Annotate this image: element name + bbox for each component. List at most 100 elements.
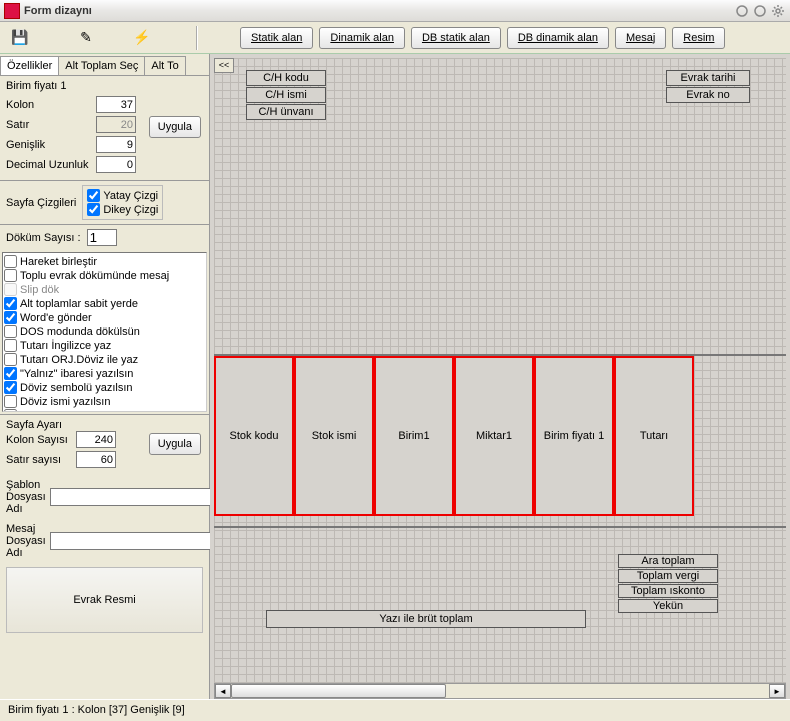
field-ch-kodu[interactable]: C/H kodu [246, 70, 326, 86]
satir-input [96, 116, 136, 133]
window-title: Form dizaynı [24, 5, 734, 17]
tab-ozellikler[interactable]: Özellikler [0, 56, 59, 75]
kolon-sayisi-input[interactable] [76, 431, 116, 448]
option-row: Word'e gönder [4, 311, 205, 324]
option-row: "Yalnız" ibaresi yazılsın [4, 367, 205, 380]
option-checkbox[interactable] [4, 255, 17, 268]
maximize-icon[interactable] [752, 3, 768, 19]
option-row: Döviz sembolü yazılsın [4, 381, 205, 394]
option-checkbox[interactable] [4, 381, 17, 394]
design-canvas[interactable]: << C/H kodu C/H ismi C/H ünvanı Evrak ta… [210, 54, 790, 699]
option-row: Alt toplamlar sabit yerde [4, 297, 205, 310]
toolbar: 💾 ✎ ⚡ Statik alan Dinamik alan DB statik… [0, 22, 790, 54]
option-row: DOS modunda dökülsün [4, 325, 205, 338]
option-checkbox[interactable] [4, 297, 17, 310]
statusbar: Birim fiyatı 1 : Kolon [37] Genişlik [9] [0, 699, 790, 719]
field-ch-ismi[interactable]: C/H ismi [246, 87, 326, 103]
option-label: Hareket birleştir [20, 256, 97, 268]
field-toplam-vergi[interactable]: Toplam vergi [618, 569, 718, 583]
scroll-right-icon[interactable]: ► [769, 684, 785, 698]
horizontal-scrollbar[interactable]: ◄ ► [214, 683, 786, 699]
minimize-icon[interactable] [734, 3, 750, 19]
option-label: Döviz ismi yazılsın [20, 396, 110, 408]
option-checkbox [4, 283, 17, 296]
option-row: Kuruş kısmı yazılsın [4, 409, 205, 412]
scroll-thumb[interactable] [231, 684, 446, 698]
option-row: Toplu evrak dökümünde mesaj [4, 269, 205, 282]
evrak-resmi-box[interactable]: Evrak Resmi [6, 567, 203, 633]
yatay-cizgi-checkbox[interactable] [87, 189, 100, 202]
status-text: Birim fiyatı 1 : Kolon [37] Genişlik [9] [8, 704, 185, 716]
dokum-input[interactable] [87, 229, 117, 246]
col-stok-ismi[interactable]: Stok ismi [294, 356, 374, 516]
btn-db-dinamik[interactable]: DB dinamik alan [507, 27, 609, 49]
option-label: Toplu evrak dökümünde mesaj [20, 270, 169, 282]
option-checkbox[interactable] [4, 325, 17, 338]
btn-mesaj[interactable]: Mesaj [615, 27, 666, 49]
option-checkbox[interactable] [4, 409, 17, 412]
option-checkbox[interactable] [4, 311, 17, 324]
satir-sayisi-label: Satır sayısı [6, 454, 76, 466]
option-checkbox[interactable] [4, 269, 17, 282]
edit-icon[interactable]: ✎ [74, 26, 98, 50]
satir-sayisi-input[interactable] [76, 451, 116, 468]
titlebar: Form dizaynı [0, 0, 790, 22]
selected-field-title: Birim fiyatı 1 [6, 80, 203, 92]
field-yekun[interactable]: Yekün [618, 599, 718, 613]
tab-alt-toplam[interactable]: Alt Toplam Seç [58, 56, 145, 75]
option-checkbox[interactable] [4, 353, 17, 366]
option-label: Slip dök [20, 284, 59, 296]
uygula-button[interactable]: Uygula [149, 116, 201, 138]
field-yazi-brut[interactable]: Yazı ile brüt toplam [266, 610, 586, 628]
option-label: Alt toplamlar sabit yerde [20, 298, 138, 310]
option-row: Tutarı ORJ.Döviz ile yaz [4, 353, 205, 366]
option-label: Word'e gönder [20, 312, 92, 324]
collapse-button[interactable]: << [214, 58, 234, 73]
col-tutari[interactable]: Tutarı [614, 356, 694, 516]
sablon-input[interactable] [50, 488, 229, 506]
col-stok-kodu[interactable]: Stok kodu [214, 356, 294, 516]
btn-resim[interactable]: Resim [672, 27, 725, 49]
satir-label: Satır [6, 119, 96, 131]
kolon-input[interactable] [96, 96, 136, 113]
option-checkbox[interactable] [4, 339, 17, 352]
option-row: Hareket birleştir [4, 255, 205, 268]
col-miktar1[interactable]: Miktar1 [454, 356, 534, 516]
option-label: Tutarı İngilizce yaz [20, 340, 111, 352]
option-checkbox[interactable] [4, 395, 17, 408]
field-ara-toplam[interactable]: Ara toplam [618, 554, 718, 568]
mesaj-input[interactable] [50, 532, 229, 550]
wand-icon[interactable]: ⚡ [130, 26, 154, 50]
dokum-label: Döküm Sayısı : [6, 232, 81, 244]
save-icon[interactable]: 💾 [8, 26, 32, 50]
dikey-cizgi-checkbox[interactable] [87, 203, 100, 216]
btn-dinamik-alan[interactable]: Dinamik alan [319, 27, 405, 49]
field-evrak-no[interactable]: Evrak no [666, 87, 750, 103]
app-icon [4, 3, 20, 19]
btn-db-statik[interactable]: DB statik alan [411, 27, 501, 49]
page-lines-label: Sayfa Çizgileri [6, 197, 76, 209]
decimal-input[interactable] [96, 156, 136, 173]
mesaj-label: Mesaj Dosyası Adı [6, 523, 46, 559]
option-label: "Yalnız" ibaresi yazılsın [20, 368, 133, 380]
option-checkbox[interactable] [4, 367, 17, 380]
option-label: Döviz sembolü yazılsın [20, 382, 133, 394]
option-row: Slip dök [4, 283, 205, 296]
field-ch-unvani[interactable]: C/H ünvanı [246, 104, 326, 120]
col-birim-fiyati[interactable]: Birim fiyatı 1 [534, 356, 614, 516]
tab-alt-to[interactable]: Alt To [144, 56, 185, 75]
kolon-label: Kolon [6, 99, 96, 111]
field-evrak-tarihi[interactable]: Evrak tarihi [666, 70, 750, 86]
page-setup-title: Sayfa Ayarı [6, 419, 203, 431]
genislik-input[interactable] [96, 136, 136, 153]
col-birim1[interactable]: Birim1 [374, 356, 454, 516]
page-uygula-button[interactable]: Uygula [149, 433, 201, 455]
field-toplam-iskonto[interactable]: Toplam ıskonto [618, 584, 718, 598]
close-icon[interactable] [770, 3, 786, 19]
options-checklist[interactable]: Hareket birleştir Toplu evrak dökümünde m… [2, 252, 207, 412]
option-label: Tutarı ORJ.Döviz ile yaz [20, 354, 138, 366]
genislik-label: Genişlik [6, 139, 96, 151]
sidebar: Özellikler Alt Toplam Seç Alt To Birim f… [0, 54, 210, 699]
btn-statik-alan[interactable]: Statik alan [240, 27, 313, 49]
scroll-left-icon[interactable]: ◄ [215, 684, 231, 698]
